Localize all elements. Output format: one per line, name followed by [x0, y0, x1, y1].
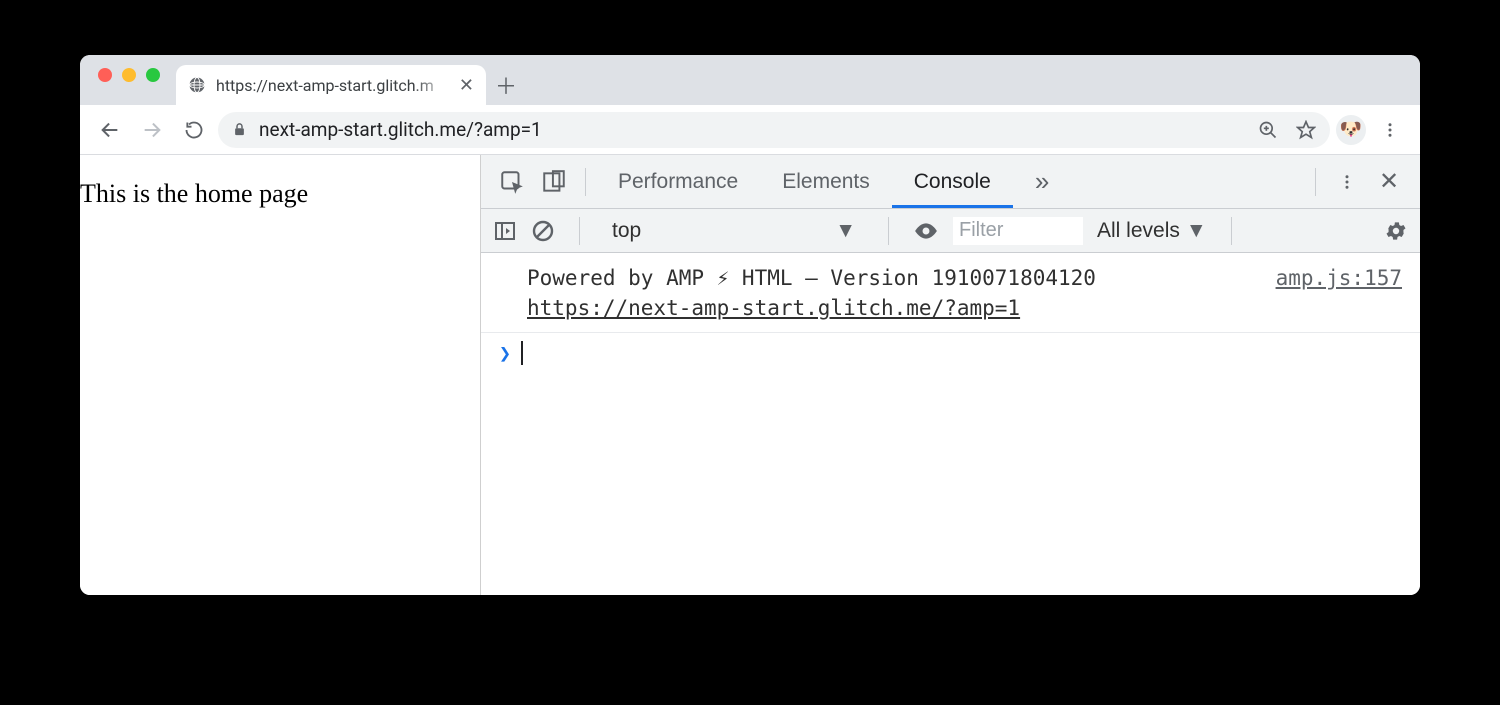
- inspect-element-icon[interactable]: [491, 169, 533, 195]
- bookmark-star-icon[interactable]: [1296, 120, 1316, 140]
- browser-menu-button[interactable]: [1372, 112, 1408, 148]
- chevron-down-icon: ▼: [1186, 219, 1207, 243]
- devtools-menu-icon[interactable]: [1326, 173, 1368, 191]
- browser-window: https://next-amp-start.glitch.m ✕ ＋ next…: [80, 55, 1420, 595]
- url-text: next-amp-start.glitch.me/?amp=1: [259, 118, 542, 141]
- lock-icon: [232, 122, 247, 137]
- content-area: This is the home page Performance Elemen…: [80, 155, 1420, 595]
- console-settings-gear-icon[interactable]: [1384, 219, 1408, 243]
- log-levels-selector[interactable]: All levels ▼: [1097, 219, 1207, 243]
- page-viewport: This is the home page: [80, 155, 480, 595]
- devtools-tabbar: Performance Elements Console » ✕: [481, 155, 1420, 209]
- log-message: Powered by AMP ⚡ HTML – Version 19100718…: [527, 263, 1256, 324]
- browser-tab[interactable]: https://next-amp-start.glitch.m ✕: [176, 65, 486, 105]
- tab-elements[interactable]: Elements: [760, 155, 892, 208]
- log-source-link[interactable]: amp.js:157: [1276, 263, 1402, 324]
- minimize-window-button[interactable]: [122, 68, 136, 82]
- separator: [585, 168, 586, 196]
- device-toolbar-icon[interactable]: [533, 169, 575, 195]
- tab-console[interactable]: Console: [892, 155, 1013, 208]
- log-url-link[interactable]: https://next-amp-start.glitch.me/?amp=1: [527, 296, 1020, 320]
- address-bar[interactable]: next-amp-start.glitch.me/?amp=1: [218, 112, 1330, 148]
- back-button[interactable]: [92, 112, 128, 148]
- browser-toolbar: next-amp-start.glitch.me/?amp=1 🐶: [80, 105, 1420, 155]
- tab-strip: https://next-amp-start.glitch.m ✕ ＋: [80, 55, 1420, 105]
- separator: [1315, 168, 1316, 196]
- tab-overflow-button[interactable]: »: [1013, 155, 1071, 208]
- forward-button[interactable]: [134, 112, 170, 148]
- close-tab-icon[interactable]: ✕: [459, 75, 474, 96]
- console-toolbar: top ▼ All levels ▼: [481, 209, 1420, 253]
- profile-avatar[interactable]: 🐶: [1336, 115, 1366, 145]
- separator: [1231, 217, 1232, 245]
- close-window-button[interactable]: [98, 68, 112, 82]
- devtools-panel: Performance Elements Console » ✕: [480, 155, 1420, 595]
- separator: [579, 217, 580, 245]
- console-filter-input[interactable]: [953, 217, 1083, 245]
- log-text: Powered by AMP ⚡ HTML – Version 19100718…: [527, 266, 1096, 290]
- execution-context-selector[interactable]: top ▼: [604, 219, 864, 243]
- input-caret: [521, 341, 523, 365]
- globe-icon: [188, 76, 206, 94]
- console-log-entry[interactable]: Powered by AMP ⚡ HTML – Version 19100718…: [481, 253, 1420, 333]
- clear-console-icon[interactable]: [531, 219, 555, 243]
- live-expression-eye-icon[interactable]: [913, 218, 939, 244]
- zoom-icon[interactable]: [1258, 120, 1278, 140]
- console-sidebar-toggle-icon[interactable]: [493, 219, 517, 243]
- console-prompt[interactable]: ❯: [481, 333, 1420, 373]
- separator: [888, 217, 889, 245]
- devtools-close-icon[interactable]: ✕: [1368, 167, 1410, 196]
- new-tab-button[interactable]: ＋: [486, 65, 526, 105]
- reload-button[interactable]: [176, 112, 212, 148]
- maximize-window-button[interactable]: [146, 68, 160, 82]
- tab-performance[interactable]: Performance: [596, 155, 760, 208]
- levels-label: All levels: [1097, 219, 1180, 243]
- prompt-chevron-icon: ❯: [499, 341, 511, 365]
- context-label: top: [612, 219, 641, 243]
- console-output: Powered by AMP ⚡ HTML – Version 19100718…: [481, 253, 1420, 595]
- page-body-text: This is the home page: [80, 179, 308, 208]
- window-controls: [94, 55, 168, 105]
- chevron-down-icon: ▼: [835, 219, 856, 243]
- tab-title: https://next-amp-start.glitch.m: [216, 76, 449, 95]
